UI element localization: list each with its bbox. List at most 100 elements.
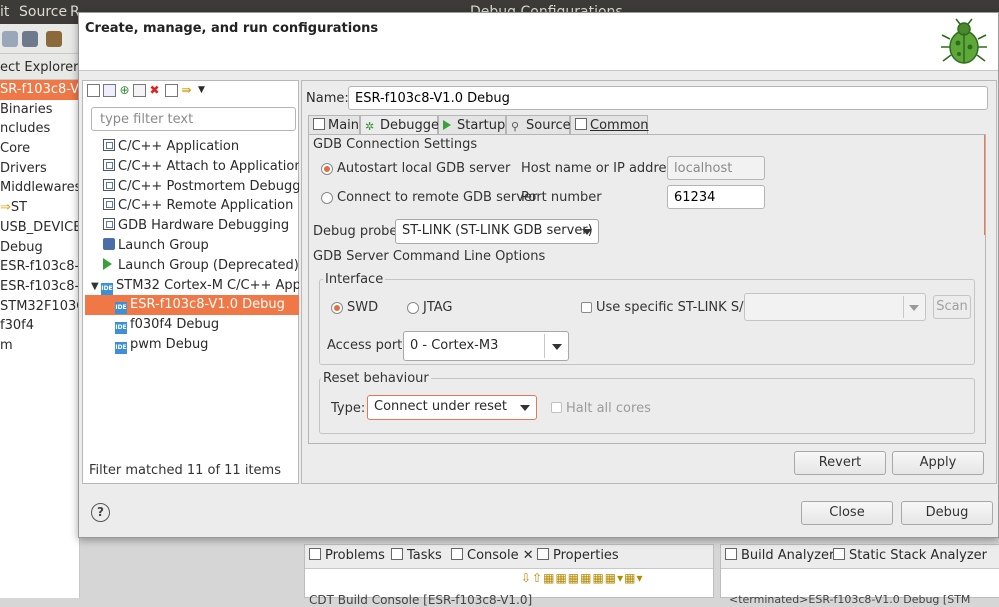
scrollbar[interactable] [984, 135, 985, 235]
explorer-item[interactable]: ESR-f103c8-V1 [0, 257, 79, 277]
host-label: Host name or IP address [521, 161, 681, 176]
dialog-heading: Create, manage, and run configurations [85, 21, 379, 36]
help-icon[interactable]: ? [91, 503, 110, 522]
access-port-select[interactable]: 0 - Cortex-M3 [403, 331, 569, 361]
host-input[interactable] [667, 156, 765, 180]
console-pane: Problems Tasks Console ✕ Properties ⇩⇧▦▦… [304, 544, 714, 607]
explorer-item[interactable]: ⇒ST [0, 198, 79, 218]
tab-common[interactable]: Common [570, 115, 649, 135]
explorer-item[interactable]: Middlewares [0, 178, 79, 198]
explorer-item[interactable]: f30f4 [0, 316, 79, 336]
chevron-down-icon [552, 344, 562, 350]
remote-radio[interactable] [321, 192, 333, 204]
configuration-list-panel: ⊕ ✖ ⇛ ▼ C/C++ Application C/C++ Attach t… [82, 80, 299, 484]
menu-edit[interactable]: it [0, 4, 9, 20]
project-explorer-tab[interactable]: ect Explorer [0, 54, 79, 80]
jtag-label: JTAG [423, 300, 453, 315]
explorer-item[interactable]: Binaries [0, 100, 79, 120]
jtag-radio[interactable] [407, 302, 419, 314]
explorer-item[interactable]: Core [0, 139, 79, 159]
folder-icon: ⇒ [0, 200, 11, 216]
duplicate-icon[interactable] [133, 84, 146, 97]
swd-radio[interactable] [331, 302, 343, 314]
console-output-line: CDT Build Console [ESR-f103c8-V1.0] [309, 593, 533, 607]
tab-properties[interactable]: Properties [537, 548, 619, 563]
explorer-item[interactable]: SR-f103c8-V1.0 [0, 80, 79, 100]
config-icon [103, 139, 115, 151]
autostart-radio[interactable] [321, 163, 333, 175]
filter-input[interactable] [91, 107, 296, 131]
filter-icon[interactable]: ⇛ [180, 84, 193, 97]
explorer-item[interactable]: Drivers [0, 159, 79, 179]
debugger-tab-content: GDB Connection Settings Autostart local … [308, 134, 986, 444]
console-toolbar-icons[interactable]: ⇩⇧▦▦▦▦▦▦▾▦▾ [521, 571, 644, 585]
chevron-down-icon[interactable]: ▼ [195, 84, 208, 97]
tree-item-cpp-application[interactable]: C/C++ Application [89, 137, 299, 157]
explorer-item[interactable]: ESR-f103c8-V1 [0, 277, 79, 297]
tree-item-f030f4-debug[interactable]: IDE f030f4 Debug [89, 315, 299, 335]
analyzer-pane: Build Analyzer Static Stack Analyzer <te… [720, 544, 999, 606]
debug-probe-label: Debug probe [313, 224, 398, 239]
tree-item-cpp-postmortem[interactable]: C/C++ Postmortem Debugger [89, 177, 299, 197]
gear-icon[interactable] [22, 31, 38, 47]
tab-problems[interactable]: Problems [309, 548, 385, 563]
explorer-item[interactable]: USB_DEVICE [0, 218, 79, 238]
reset-type-select[interactable]: Connect under reset [367, 395, 537, 420]
revert-button[interactable]: Revert [794, 451, 886, 475]
debug-probe-select[interactable]: ST-LINK (ST-LINK GDB server) [395, 219, 599, 244]
tasks-icon [391, 548, 403, 560]
hammer-icon[interactable] [46, 31, 62, 47]
close-icon[interactable]: ✕ [523, 548, 534, 563]
tab-debugger[interactable]: ✲ Debugger [360, 115, 444, 135]
name-input[interactable] [348, 86, 988, 110]
halt-all-cores-checkbox[interactable] [551, 402, 562, 413]
tab-build-analyzer[interactable]: Build Analyzer [725, 548, 834, 563]
main-icon [313, 118, 325, 130]
analyzer-tabbar: Build Analyzer Static Stack Analyzer [721, 545, 999, 569]
apply-button[interactable]: Apply [892, 451, 984, 475]
tab-console[interactable]: Console ✕ [451, 548, 534, 563]
scan-button[interactable]: Scan [933, 295, 971, 319]
ide-icon: IDE [101, 282, 113, 295]
explorer-item[interactable]: m [0, 336, 79, 356]
delete-icon[interactable]: ✖ [148, 84, 161, 97]
sn-select[interactable] [744, 293, 926, 321]
explorer-item[interactable]: STM32F103C8T [0, 297, 79, 317]
tab-startup[interactable]: Startup [438, 115, 506, 135]
menu-source[interactable]: Source [19, 4, 67, 20]
tree-item-gdb-hardware[interactable]: GDB Hardware Debugging [89, 216, 299, 236]
export-icon[interactable]: ⊕ [118, 84, 131, 97]
tree-item-cpp-attach[interactable]: C/C++ Attach to Application [89, 157, 299, 177]
launch-group-icon [103, 237, 115, 250]
tree-item-esr-debug[interactable]: IDE ESR-f103c8-V1.0 Debug [85, 295, 299, 316]
close-button[interactable]: Close [801, 501, 893, 525]
explorer-item[interactable]: Debug [0, 238, 79, 258]
reset-title: Reset behaviour [321, 371, 431, 386]
remote-label: Connect to remote GDB server [337, 190, 538, 205]
common-icon [575, 118, 587, 130]
port-input[interactable] [667, 185, 765, 209]
tree-item-launch-group[interactable]: Launch Group [89, 236, 299, 256]
new-prototype-icon[interactable] [103, 84, 116, 97]
tab-static-stack-analyzer[interactable]: Static Stack Analyzer [833, 548, 987, 563]
tree-item-pwm-debug[interactable]: IDE pwm Debug [89, 335, 299, 355]
play-icon [443, 120, 451, 130]
autostart-label: Autostart local GDB server [337, 161, 511, 176]
new-config-icon[interactable] [87, 84, 100, 97]
specific-sn-checkbox[interactable] [581, 302, 592, 313]
collapse-all-icon[interactable] [165, 84, 178, 97]
expand-arrow-icon[interactable]: ▼ [91, 277, 101, 296]
tree-item-launch-group-deprecated[interactable]: Launch Group (Deprecated) [89, 256, 299, 276]
tree-item-stm32-cortex-m[interactable]: ▼IDESTM32 Cortex-M C/C++ Applica [89, 276, 299, 296]
source-icon: ⚲ [511, 120, 520, 133]
tab-main[interactable]: Main [308, 115, 360, 135]
explorer-item[interactable]: ncludes [0, 119, 79, 139]
properties-icon [537, 548, 549, 560]
tree-item-cpp-remote[interactable]: C/C++ Remote Application [89, 196, 299, 216]
tab-tasks[interactable]: Tasks [391, 548, 442, 563]
project-explorer: ect Explorer SR-f103c8-V1.0 Binaries ncl… [0, 54, 80, 598]
toolbar-icon[interactable] [2, 31, 18, 47]
tab-source[interactable]: ⚲ Source [506, 115, 571, 135]
debug-button[interactable]: Debug [901, 501, 993, 525]
cmdline-title: GDB Server Command Line Options [313, 249, 546, 264]
